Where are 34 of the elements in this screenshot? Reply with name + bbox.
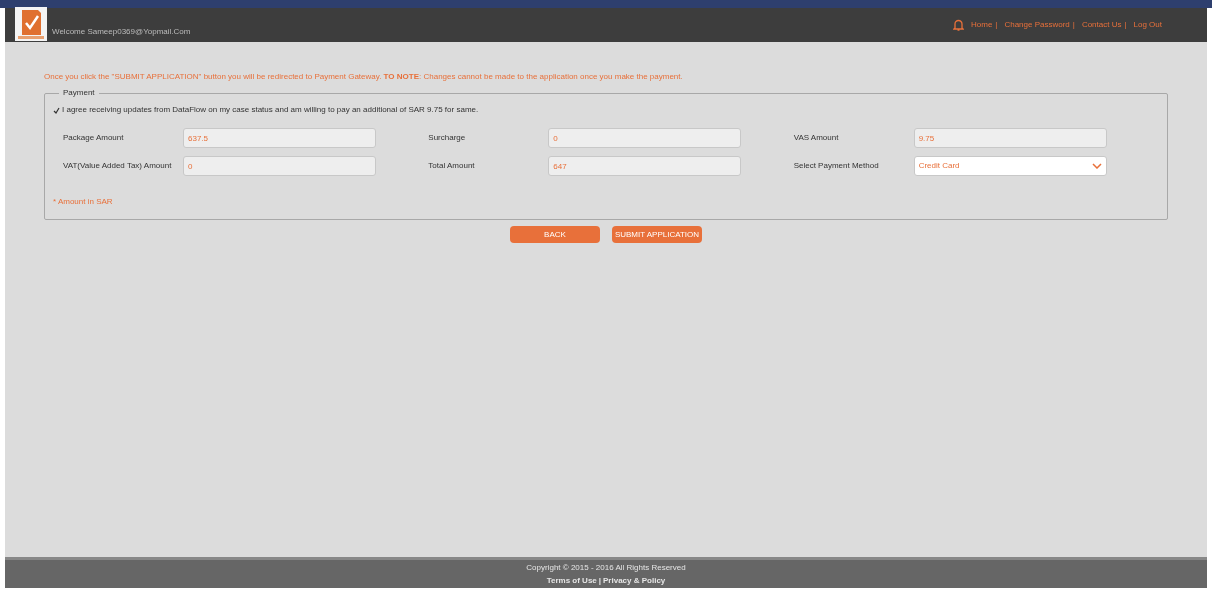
amount-field[interactable]: 0 — [548, 128, 742, 148]
welcome-text: Welcome Sameep0369@Yopmail.Com — [52, 26, 191, 38]
copyright-text: Copyright © 2015 - 2016 All Rights Reserved — [526, 561, 686, 574]
amount-field[interactable]: 637.5 — [183, 128, 376, 148]
consent-text: I agree receiving updates from DataFlow on my case status and am willing to pay an additional of SAR 9.75 for same. — [62, 104, 479, 116]
back-button[interactable]: BACK — [510, 226, 600, 243]
header-link[interactable]: Log Out — [1133, 19, 1162, 31]
field-label: Package Amount — [63, 132, 125, 144]
header-link[interactable]: Change Password — [1004, 19, 1070, 31]
payment-legend: Payment — [59, 87, 99, 99]
link-separator: | — [598, 574, 602, 587]
currency-note: * Amount in SAR — [53, 196, 113, 208]
notice-text: Once you click the "SUBMIT APPLICATION" button you will be redirected to Payment Gateway. TO NOTE: Changes cannot be made to the application once you make the payment. — [44, 71, 684, 83]
header-link[interactable]: Contact Us — [1081, 19, 1122, 31]
link-separator: | — [995, 19, 998, 31]
field-label: Surcharge — [428, 132, 467, 144]
logo-icon — [15, 7, 47, 41]
link-separator: | — [1124, 19, 1127, 31]
amount-field[interactable]: 0 — [183, 156, 376, 176]
field-label: Total Amount — [428, 160, 476, 172]
bell-icon — [953, 19, 964, 31]
submit-button[interactable]: SUBMIT APPLICATION — [612, 226, 702, 243]
amount-field[interactable]: 9.75 — [913, 128, 1107, 148]
link-separator: | — [1072, 19, 1075, 31]
field-label: VAS Amount — [793, 132, 840, 144]
chevron-down-icon — [1091, 163, 1102, 169]
field-label: VAT(Value Added Tax) Amount — [63, 160, 173, 172]
consent-checkbox[interactable] — [53, 106, 60, 114]
payment-method-select[interactable]: Credit Card — [913, 156, 1107, 176]
amount-field[interactable]: 647 — [548, 156, 742, 176]
field-label: Select Payment Method — [793, 160, 880, 172]
footer-link[interactable]: Privacy & Policy — [603, 574, 666, 587]
footer-link[interactable]: Terms of Use — [546, 574, 597, 587]
header-link[interactable]: Home — [971, 19, 993, 31]
